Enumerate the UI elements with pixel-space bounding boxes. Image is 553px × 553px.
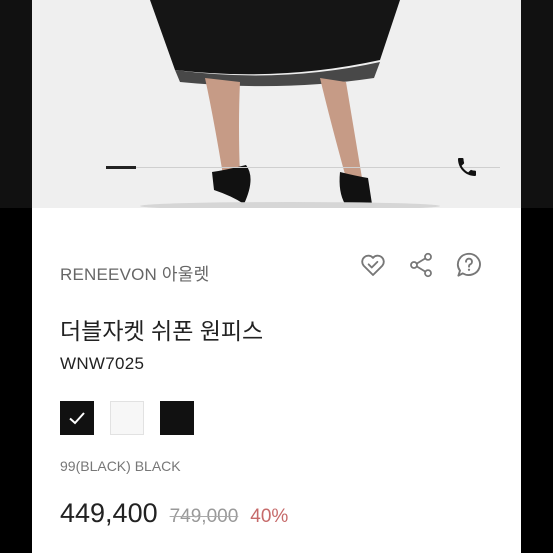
color-swatches [60, 401, 194, 435]
discount-rate: 40% [250, 506, 289, 527]
question-chat-icon [456, 252, 481, 277]
share-button[interactable] [404, 248, 438, 282]
wishlist-button[interactable] [356, 248, 390, 282]
share-icon [410, 252, 432, 278]
selected-color-label: 99(BLACK) BLACK [60, 458, 181, 474]
phone-call-button[interactable] [447, 147, 487, 187]
swatch-white[interactable] [110, 401, 144, 435]
product-name: 더블자켓 쉬폰 원피스 [60, 318, 264, 344]
current-price: 449,400 [60, 498, 158, 528]
checkmark-icon [69, 412, 85, 425]
brand-name[interactable]: RENEEVON 아울렛 [60, 260, 209, 285]
product-info-panel: RENEEVON 아울렛 더블자켓 쉬폰 원피스 WNW7025 99(BLAC… [32, 208, 521, 553]
inquiry-button[interactable] [452, 248, 486, 282]
phone-icon [458, 158, 476, 176]
swatch-black[interactable] [160, 401, 194, 435]
price-block: 449,400 749,000 40% [60, 498, 288, 529]
original-price: 749,000 [169, 506, 239, 527]
image-border-left [0, 0, 32, 208]
swatch-black-selected[interactable] [60, 401, 94, 435]
product-actions [356, 248, 486, 282]
product-hero-image[interactable] [0, 0, 553, 208]
carousel-indicator-track [136, 167, 500, 168]
heart-icon [361, 254, 385, 276]
product-code: WNW7025 [60, 354, 145, 373]
carousel-indicator-active [106, 166, 136, 169]
image-border-right [521, 0, 553, 208]
